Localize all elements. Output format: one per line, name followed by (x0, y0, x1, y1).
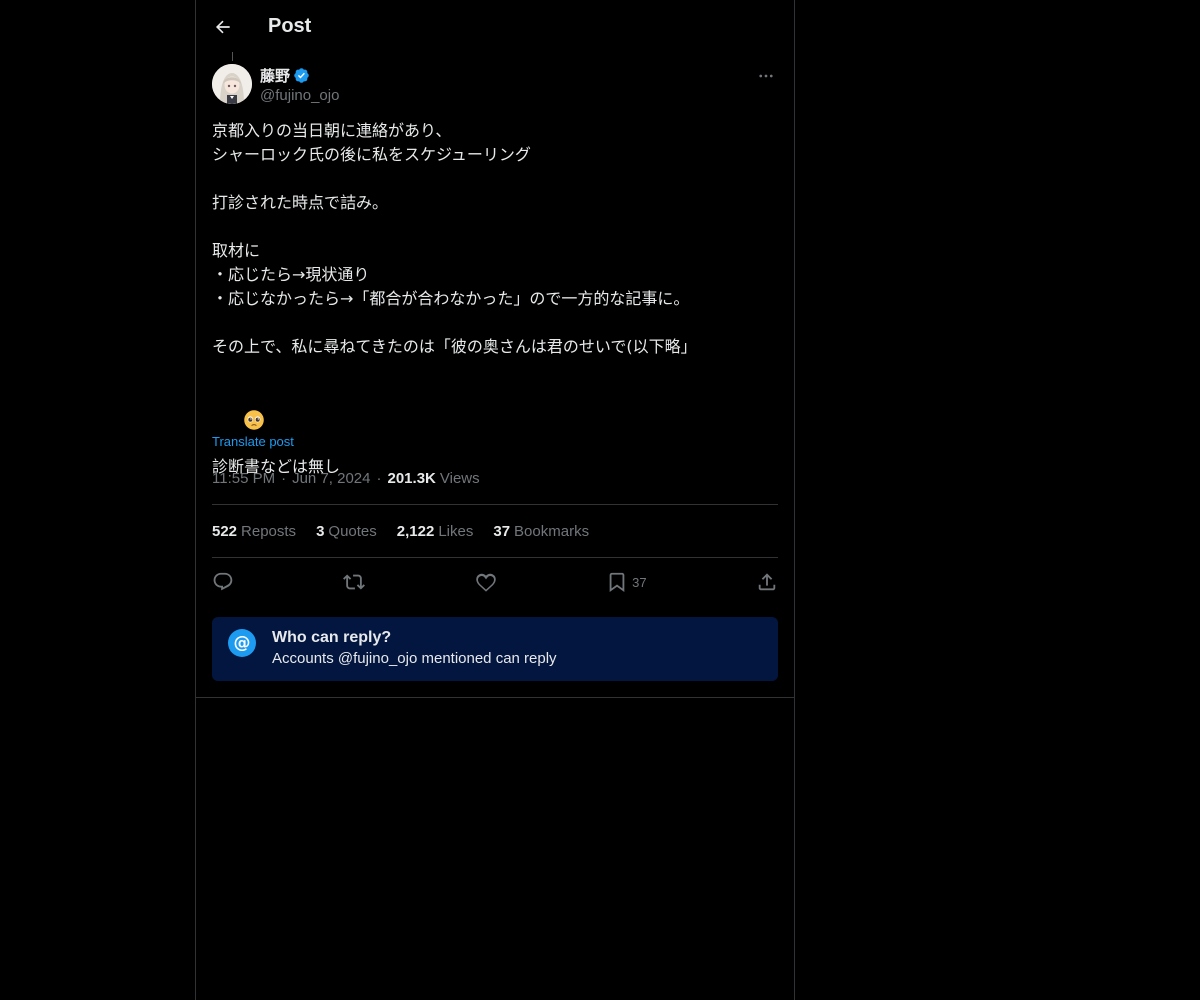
translate-post-link[interactable]: Translate post (212, 434, 294, 449)
reply-settings-text: Who can reply? Accounts @fujino_ojo ment… (272, 628, 557, 670)
tweet-line (212, 215, 778, 239)
bookmarks-stat[interactable]: 37 Bookmarks (493, 523, 589, 540)
thread-connector (232, 52, 233, 61)
arrow-left-icon (215, 20, 230, 33)
tweet-line: ・応じなかったら→「都合が合わなかった」ので一方的な記事に。 (212, 289, 690, 308)
tweet-line (212, 311, 778, 335)
tweet-line: 打診された時点で詰み。 (212, 193, 389, 212)
tweet-line: ・応じたら→現状通り (212, 265, 370, 284)
tweet-line: その上で、私に尋ねてきたのは「彼の奥さんは君のせいで(以下略」 (212, 337, 697, 356)
repost-button[interactable] (343, 566, 366, 598)
bookmark-button[interactable]: 37 (606, 566, 647, 598)
share-button[interactable] (756, 566, 778, 598)
engagement-stats: 522 Reposts 3 Quotes 2,122 Likes 37 Bookmark… (212, 521, 609, 541)
quotes-label: Quotes (328, 522, 377, 540)
views-count: 201.3K (387, 469, 436, 487)
quotes-count: 3 (316, 522, 325, 540)
reposts-count: 522 (212, 522, 238, 540)
tweet-line (212, 167, 778, 191)
emoji-line (212, 383, 778, 455)
bookmark-icon (609, 572, 625, 593)
tweet-text: 京都入りの当日朝に連絡があり、 シャーロック氏の後に私をスケジューリング 打診さ… (212, 119, 778, 479)
reply-icon (213, 572, 233, 591)
tweet-line (212, 359, 778, 383)
bookmark-count: 37 (632, 574, 647, 590)
divider (212, 504, 778, 505)
quotes-stat[interactable]: 3 Quotes (316, 523, 377, 540)
author-text: 藤野 @fujino_ojo (260, 64, 339, 106)
meta-separator: · (281, 469, 287, 487)
tweet-line: 取材に (212, 241, 261, 260)
reply-settings-title: Who can reply? (272, 629, 392, 646)
bookmarks-label: Bookmarks (514, 522, 590, 540)
verified-badge-icon (294, 67, 309, 83)
reply-button[interactable] (212, 566, 234, 598)
page-title: Post (268, 15, 312, 37)
post-meta: 11:55 PM · Jun 7, 2024 · 201.3K Views (212, 468, 480, 488)
post-date[interactable]: Jun 7, 2024 (292, 470, 370, 487)
avatar-image (212, 64, 252, 104)
tweet-line: シャーロック氏の後に私をスケジューリング (212, 145, 531, 164)
reposts-stat[interactable]: 522 Reposts (212, 523, 296, 540)
divider (212, 557, 778, 558)
reply-settings-subtitle: Accounts @fujino_ojo mentioned can reply (272, 650, 557, 667)
tweet-line: 京都入りの当日朝に連絡があり、 (212, 121, 452, 140)
post-column: Post 藤野 @fujino_ojo 京都入りの当日朝に連絡があり、 シャーロ… (195, 0, 795, 1000)
display-name[interactable]: 藤野 (260, 65, 290, 86)
bookmarks-count: 37 (493, 522, 511, 540)
more-dots-icon (759, 74, 773, 78)
back-button[interactable] (206, 10, 240, 44)
section-divider (196, 697, 794, 698)
reposts-label: Reposts (241, 522, 297, 540)
who-can-reply-box: @ Who can reply? Accounts @fujino_ojo me… (212, 617, 778, 681)
avatar[interactable] (212, 64, 252, 104)
likes-count: 2,122 (396, 522, 435, 540)
heart-icon (476, 573, 496, 592)
name-row: 藤野 (260, 64, 339, 86)
meta-separator: · (376, 469, 382, 487)
post-header: Post (196, 0, 794, 53)
share-icon (758, 573, 776, 591)
pleading-face-emoji (243, 409, 264, 430)
at-sign-icon: @ (228, 629, 256, 657)
author-row: 藤野 @fujino_ojo (212, 64, 778, 108)
views-label: Views (439, 469, 480, 487)
more-options-button[interactable] (754, 64, 778, 88)
post-time[interactable]: 11:55 PM (212, 470, 275, 487)
likes-label: Likes (438, 522, 474, 540)
repost-icon (343, 574, 366, 590)
author-handle[interactable]: @fujino_ojo (260, 86, 339, 106)
likes-stat[interactable]: 2,122 Likes (397, 523, 474, 540)
action-bar: 37 (212, 566, 778, 598)
like-button[interactable] (475, 566, 497, 598)
